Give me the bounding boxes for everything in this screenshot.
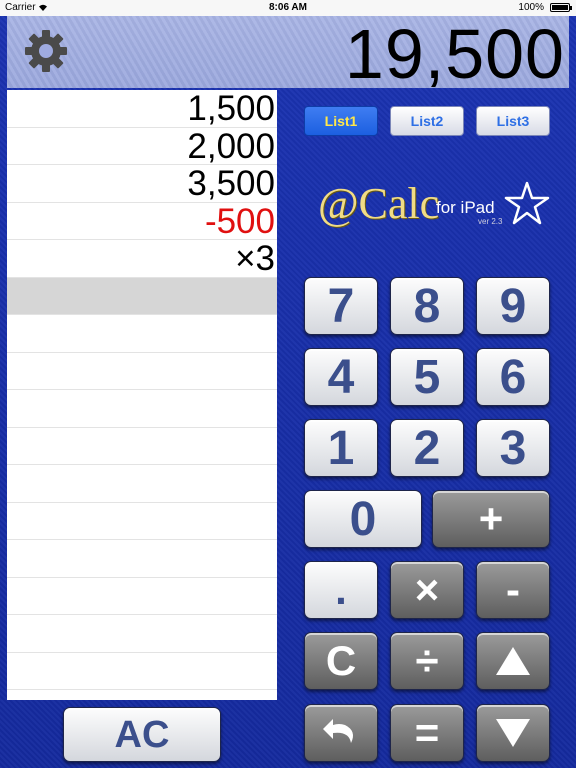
key-9-label: 9 xyxy=(499,280,527,333)
settings-button[interactable] xyxy=(23,28,69,74)
tape-row[interactable] xyxy=(7,465,277,503)
key-clear[interactable]: C xyxy=(304,632,378,690)
tape-row[interactable] xyxy=(7,578,277,615)
all-clear-button[interactable]: AC xyxy=(63,707,221,762)
key-undo[interactable] xyxy=(304,704,378,762)
key-equals-label: = xyxy=(414,709,440,756)
key-equals[interactable]: = xyxy=(390,704,464,762)
all-clear-label: AC xyxy=(114,714,170,756)
key-1-label: 1 xyxy=(327,422,355,475)
key-1[interactable]: 1 xyxy=(304,419,378,477)
battery-percent: 100% xyxy=(518,2,544,13)
key-up[interactable] xyxy=(476,632,550,690)
key-decimal-label: . xyxy=(335,566,347,613)
key-3[interactable]: 3 xyxy=(476,419,550,477)
tape-list[interactable]: 1,500 2,000 3,500 -500 ×3 xyxy=(7,90,277,700)
key-6-label: 6 xyxy=(499,351,527,404)
logo-subtitle: for iPad xyxy=(436,198,495,217)
key-multiply[interactable]: × xyxy=(390,561,464,619)
key-3-label: 3 xyxy=(499,422,527,475)
key-4-label: 4 xyxy=(327,351,355,404)
key-minus[interactable]: - xyxy=(476,561,550,619)
key-plus[interactable]: + xyxy=(432,490,550,548)
key-decimal[interactable]: . xyxy=(304,561,378,619)
tape-row[interactable]: 2,000 xyxy=(7,127,277,165)
tape-row[interactable] xyxy=(7,540,277,578)
tape-row[interactable] xyxy=(7,315,277,353)
key-7[interactable]: 7 xyxy=(304,277,378,335)
tape-row[interactable]: 1,500 xyxy=(7,90,277,128)
key-8-label: 8 xyxy=(413,280,441,333)
clock: 8:06 AM xyxy=(269,2,307,13)
tab-list2[interactable]: List2 xyxy=(390,106,464,136)
tape-row[interactable]: ×3 xyxy=(7,240,277,278)
gear-icon xyxy=(25,30,67,72)
display-value: 19,500 xyxy=(344,15,565,93)
star-icon xyxy=(504,181,550,225)
tape-row[interactable] xyxy=(7,503,277,540)
tape-row[interactable] xyxy=(7,615,277,653)
key-multiply-label: × xyxy=(414,566,440,613)
key-5[interactable]: 5 xyxy=(390,348,464,406)
key-plus-label: + xyxy=(478,495,504,542)
key-clear-label: C xyxy=(325,637,357,684)
key-4[interactable]: 4 xyxy=(304,348,378,406)
key-8[interactable]: 8 xyxy=(390,277,464,335)
key-6[interactable]: 6 xyxy=(476,348,550,406)
key-divide-label: ÷ xyxy=(415,637,439,684)
key-2-label: 2 xyxy=(413,422,441,475)
tape-row[interactable] xyxy=(7,277,277,315)
tape-row[interactable] xyxy=(7,390,277,428)
key-5-label: 5 xyxy=(413,351,441,404)
key-2[interactable]: 2 xyxy=(390,419,464,477)
key-divide[interactable]: ÷ xyxy=(390,632,464,690)
key-minus-label: - xyxy=(506,566,520,613)
logo-version: ver 2.3 xyxy=(478,217,503,226)
status-bar: Carrier 8:06 AM 100% xyxy=(0,0,576,16)
tape-row[interactable] xyxy=(7,653,277,690)
key-9[interactable]: 9 xyxy=(476,277,550,335)
result-display: 19,500 xyxy=(7,15,569,93)
key-7-label: 7 xyxy=(327,280,355,333)
battery-icon xyxy=(550,3,572,12)
logo-title: @Calc xyxy=(318,179,440,228)
undo-icon xyxy=(323,719,353,743)
key-0-label: 0 xyxy=(349,493,377,546)
tape-row[interactable] xyxy=(7,353,277,390)
tape-row[interactable]: 3,500 xyxy=(7,165,277,203)
arrow-down-icon xyxy=(496,719,530,747)
arrow-up-icon xyxy=(496,647,530,675)
key-down[interactable] xyxy=(476,704,550,762)
tape-row[interactable] xyxy=(7,428,277,465)
key-0[interactable]: 0 xyxy=(304,490,422,548)
tab-list3[interactable]: List3 xyxy=(476,106,550,136)
tape-row[interactable]: -500 xyxy=(7,202,277,240)
app-logo: @Calc for iPad ver 2.3 xyxy=(318,178,558,234)
tab-list1[interactable]: List1 xyxy=(304,106,378,136)
